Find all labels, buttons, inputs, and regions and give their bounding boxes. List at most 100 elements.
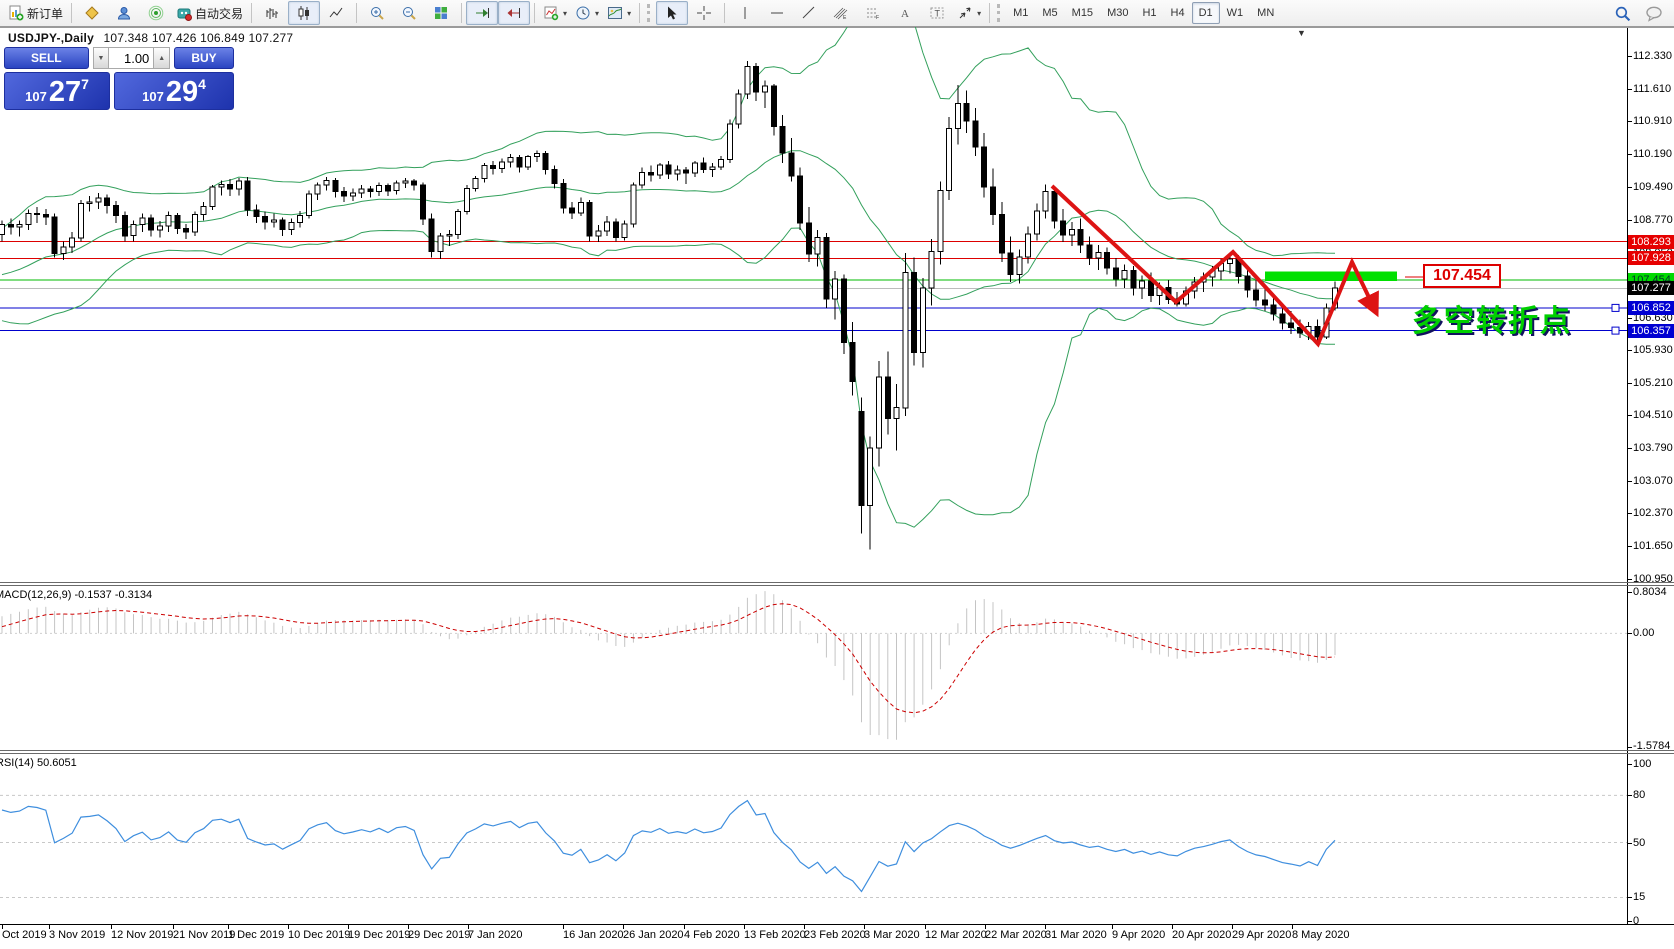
rsi-axis-tick: 0 xyxy=(1633,915,1639,927)
timeframe-button-m30[interactable]: M30 xyxy=(1100,2,1135,24)
text-label-button[interactable]: T xyxy=(921,1,953,25)
periods-button[interactable]: ▾ xyxy=(571,1,603,25)
macd-pane-canvas[interactable] xyxy=(0,586,1627,750)
rsi-axis-tick: 80 xyxy=(1633,789,1645,801)
channel-button[interactable]: E xyxy=(825,1,857,25)
time-axis-label: 23 Feb 2020 xyxy=(804,929,866,941)
price-axis-tick: 105.210 xyxy=(1633,377,1673,389)
autotrade-button[interactable]: 自动交易 xyxy=(172,1,247,25)
price-axis-tick: 108.770 xyxy=(1633,214,1673,226)
separator xyxy=(461,3,462,23)
styles-icon xyxy=(84,5,100,21)
sell-button[interactable]: SELL xyxy=(4,47,89,69)
tile-windows-button[interactable] xyxy=(425,1,457,25)
signals-button[interactable] xyxy=(140,1,172,25)
zoom-in-button[interactable] xyxy=(361,1,393,25)
chart-dropdown-marker[interactable]: ▼ xyxy=(1297,28,1306,38)
fibonacci-button[interactable]: F xyxy=(857,1,889,25)
time-axis-label: 13 Feb 2020 xyxy=(744,929,806,941)
bar-chart-button[interactable] xyxy=(256,1,288,25)
price-axis-tick: 111.610 xyxy=(1633,83,1671,95)
timeframe-button-h1[interactable]: H1 xyxy=(1135,2,1163,24)
sell-price-panel[interactable]: 107 27 7 xyxy=(4,72,110,110)
turning-point-annotation[interactable]: 多空转折点 xyxy=(1412,296,1572,340)
sell-button-label: SELL xyxy=(31,51,62,65)
time-axis-label: 22 Mar 2020 xyxy=(985,929,1047,941)
price-axis-tick: 112.330 xyxy=(1633,50,1672,62)
volume-increase-button[interactable]: ▲ xyxy=(153,47,170,69)
time-axis-label: 9 Apr 2020 xyxy=(1112,929,1165,941)
vertical-line-button[interactable] xyxy=(729,1,761,25)
macd-axis-zero: 0.00 xyxy=(1633,627,1654,639)
price-axis-highlight: 106.357 xyxy=(1628,324,1674,338)
candlestick-chart-icon xyxy=(296,5,312,21)
candlestick-chart-button[interactable] xyxy=(288,1,320,25)
line-chart-button[interactable] xyxy=(320,1,352,25)
text-button[interactable]: A xyxy=(889,1,921,25)
time-axis-label: Oct 2019 xyxy=(2,929,47,941)
volume-decrease-button[interactable]: ▼ xyxy=(93,47,110,69)
community-button[interactable] xyxy=(108,1,140,25)
rsi-axis-tick: 15 xyxy=(1633,891,1645,903)
time-axis-label: 20 Apr 2020 xyxy=(1172,929,1231,941)
time-axis-label: 26 Jan 2020 xyxy=(623,929,684,941)
separator xyxy=(71,3,72,23)
price-callout-label[interactable]: 107.454 xyxy=(1423,264,1501,288)
arrows-button[interactable]: ▾ xyxy=(953,1,985,25)
clock-icon xyxy=(575,5,591,21)
chart-shift-button[interactable] xyxy=(498,1,530,25)
rsi-axis-tick: 100 xyxy=(1633,758,1651,770)
timeframe-button-d1[interactable]: D1 xyxy=(1192,2,1220,24)
price-axis-tick: 105.930 xyxy=(1633,344,1673,356)
separator xyxy=(356,3,357,23)
trendline-icon xyxy=(801,5,817,21)
cursor-button[interactable] xyxy=(656,1,688,25)
timeframe-button-w1[interactable]: W1 xyxy=(1220,2,1251,24)
one-click-trading-panel: SELL ▼ ▲ BUY 107 27 7 107 29 4 xyxy=(4,47,234,110)
horizontal-line-icon xyxy=(769,5,785,21)
chevron-down-icon: ▾ xyxy=(977,9,981,18)
separator xyxy=(639,3,640,23)
cursor-icon xyxy=(664,5,680,21)
volume-input[interactable] xyxy=(109,47,153,69)
rsi-indicator-label: RSI(14) 50.6051 xyxy=(0,757,77,769)
trendline-button[interactable] xyxy=(793,1,825,25)
styles-button[interactable] xyxy=(76,1,108,25)
chat-button[interactable] xyxy=(1638,1,1670,25)
separator xyxy=(989,3,990,23)
time-axis-label: 19 Dec 2019 xyxy=(348,929,410,941)
tile-windows-icon xyxy=(433,5,449,21)
crosshair-button[interactable] xyxy=(688,1,720,25)
price-axis-highlight: 107.928 xyxy=(1628,251,1674,265)
horizontal-line-button[interactable] xyxy=(761,1,793,25)
timeframe-button-m1[interactable]: M1 xyxy=(1006,2,1035,24)
timeframe-button-m5[interactable]: M5 xyxy=(1035,2,1064,24)
new-order-button[interactable]: 新订单 xyxy=(4,1,67,25)
search-icon xyxy=(1614,5,1631,22)
time-axis-label: 29 Dec 2019 xyxy=(408,929,470,941)
timeframe-button-h4[interactable]: H4 xyxy=(1164,2,1192,24)
arrow-objects-icon xyxy=(957,5,973,21)
rsi-axis-tick: 50 xyxy=(1633,837,1645,849)
price-axis-highlight: 108.293 xyxy=(1628,235,1674,249)
price-axis-tick: 103.790 xyxy=(1633,442,1673,454)
auto-scroll-button[interactable] xyxy=(466,1,498,25)
zoom-out-button[interactable] xyxy=(393,1,425,25)
buy-price-pips: 29 xyxy=(166,77,198,107)
indicators-button[interactable]: ▾ xyxy=(539,1,571,25)
toolbar-grip[interactable] xyxy=(647,4,653,22)
price-chart-canvas[interactable] xyxy=(0,28,1627,582)
timeframe-button-mn[interactable]: MN xyxy=(1250,2,1281,24)
buy-price-panel[interactable]: 107 29 4 xyxy=(114,72,234,110)
toolbar-grip[interactable] xyxy=(997,4,1003,22)
price-axis-tick: 102.370 xyxy=(1633,507,1673,519)
time-axis-label: 3 Nov 2019 xyxy=(49,929,105,941)
search-button[interactable] xyxy=(1606,1,1638,25)
buy-button[interactable]: BUY xyxy=(174,47,234,69)
separator xyxy=(534,3,535,23)
chart-shift-icon xyxy=(506,5,522,21)
templates-button[interactable]: ▾ xyxy=(603,1,635,25)
timeframe-button-m15[interactable]: M15 xyxy=(1065,2,1100,24)
rsi-pane-canvas[interactable] xyxy=(0,754,1627,922)
svg-text:F: F xyxy=(876,15,879,21)
